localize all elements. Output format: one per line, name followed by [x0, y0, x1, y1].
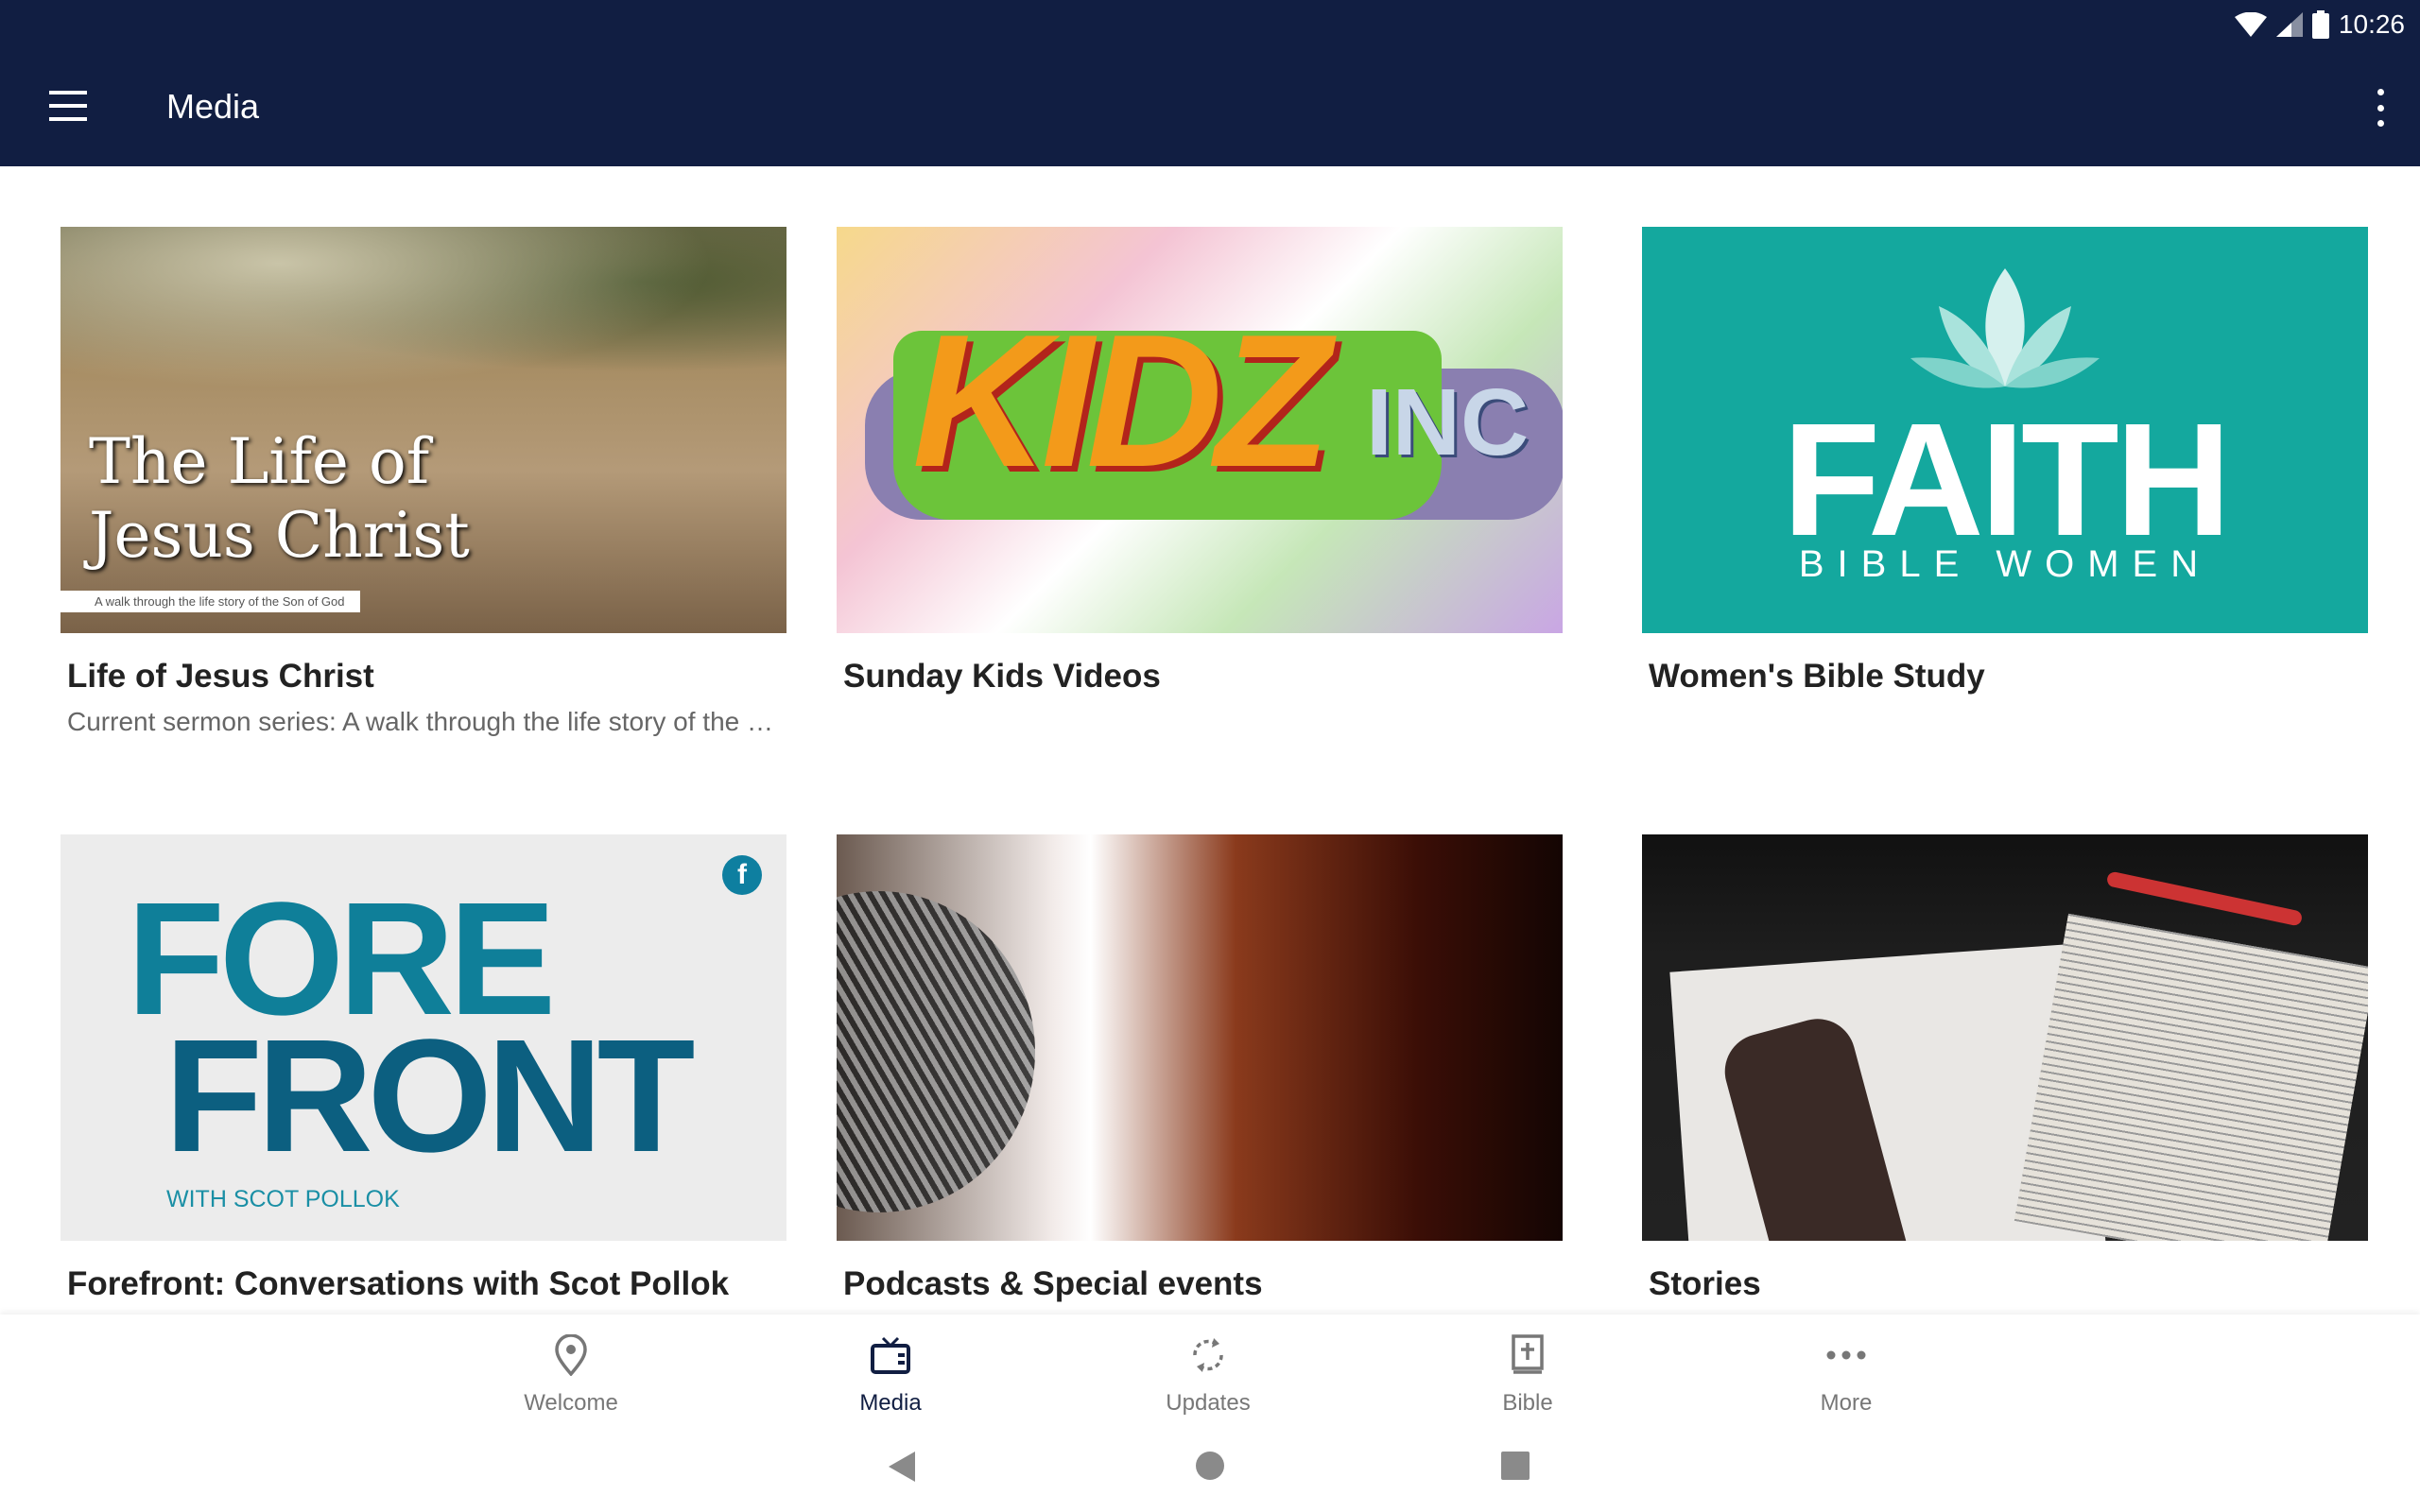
tab-label: Media	[859, 1390, 922, 1416]
more-vert-icon[interactable]	[2375, 89, 2386, 127]
tv-icon	[871, 1336, 910, 1374]
battery-icon	[2311, 10, 2329, 39]
wifi-icon	[2234, 12, 2267, 37]
bible-icon	[1512, 1334, 1544, 1374]
bible-women-logo: BIBLE WOMEN	[1798, 543, 2212, 585]
bottom-navigation: Welcome Media Updates Bible More	[0, 1314, 2420, 1433]
card-title: Stories	[1649, 1265, 1761, 1302]
refresh-icon	[1193, 1338, 1223, 1372]
kidz-logo: KIDZ	[912, 296, 1331, 507]
tab-label: Bible	[1502, 1390, 1553, 1416]
card-subtitle: Current sermon series: A walk through th…	[67, 707, 779, 736]
lotus-icon	[1910, 268, 2100, 388]
card-title: Women's Bible Study	[1649, 658, 1985, 695]
card-image: FAITH BIBLE WOMEN	[1642, 227, 2368, 633]
forefront-badge-icon: f	[722, 855, 762, 895]
media-card-life-of-jesus[interactable]: The Life of Jesus Christ A walk through …	[60, 227, 786, 737]
card-title: Forefront: Conversations with Scot Pollo…	[67, 1265, 730, 1302]
image-title-line1: The Life of	[89, 425, 430, 498]
app-bar: 10:26 Media	[0, 0, 2420, 166]
tab-label: More	[1820, 1390, 1873, 1416]
recents-icon[interactable]	[1501, 1452, 1530, 1480]
page-title: Media	[166, 87, 260, 126]
system-navigation-bar	[0, 1433, 2420, 1512]
tab-label: Updates	[1166, 1390, 1251, 1416]
tab-welcome[interactable]: Welcome	[467, 1332, 675, 1417]
hamburger-icon[interactable]	[49, 91, 87, 121]
back-icon[interactable]	[887, 1450, 917, 1484]
card-title: Life of Jesus Christ	[67, 658, 374, 695]
card-image	[837, 834, 1563, 1241]
tab-updates[interactable]: Updates	[1104, 1332, 1312, 1417]
card-image: f FORE FRONT WITH SCOT POLLOK	[60, 834, 786, 1241]
forefront-byline: WITH SCOT POLLOK	[166, 1186, 400, 1212]
image-title-line2: Jesus Christ	[89, 499, 470, 572]
card-image	[1642, 834, 2368, 1241]
media-card-podcasts[interactable]: Podcasts & Special events	[837, 834, 1563, 1303]
signal-icon	[2275, 12, 2303, 37]
more-horiz-icon	[1826, 1350, 1866, 1360]
media-card-forefront[interactable]: f FORE FRONT WITH SCOT POLLOK Forefront:…	[60, 834, 786, 1303]
tab-bible[interactable]: Bible	[1424, 1332, 1632, 1417]
front-logo: FRONT	[164, 1006, 695, 1186]
tab-more[interactable]: More	[1742, 1332, 1950, 1417]
status-bar: 10:26	[2234, 6, 2405, 43]
tab-label: Welcome	[524, 1390, 618, 1416]
tab-media[interactable]: Media	[786, 1332, 994, 1417]
home-icon[interactable]	[1195, 1451, 1225, 1481]
inc-logo: INC	[1366, 369, 1530, 475]
card-title: Podcasts & Special events	[843, 1265, 1263, 1302]
card-image: The Life of Jesus Christ A walk through …	[60, 227, 786, 633]
card-image: KIDZ INC	[837, 227, 1563, 633]
location-pin-icon	[555, 1334, 587, 1376]
card-title: Sunday Kids Videos	[843, 658, 1161, 695]
image-caption: A walk through the life story of the Son…	[60, 591, 360, 612]
clock: 10:26	[2338, 9, 2405, 39]
media-card-womens-bible-study[interactable]: FAITH BIBLE WOMEN Women's Bible Study	[1642, 227, 2368, 696]
media-card-sunday-kids[interactable]: KIDZ INC Sunday Kids Videos	[837, 227, 1563, 696]
media-card-stories[interactable]: Stories	[1642, 834, 2368, 1303]
